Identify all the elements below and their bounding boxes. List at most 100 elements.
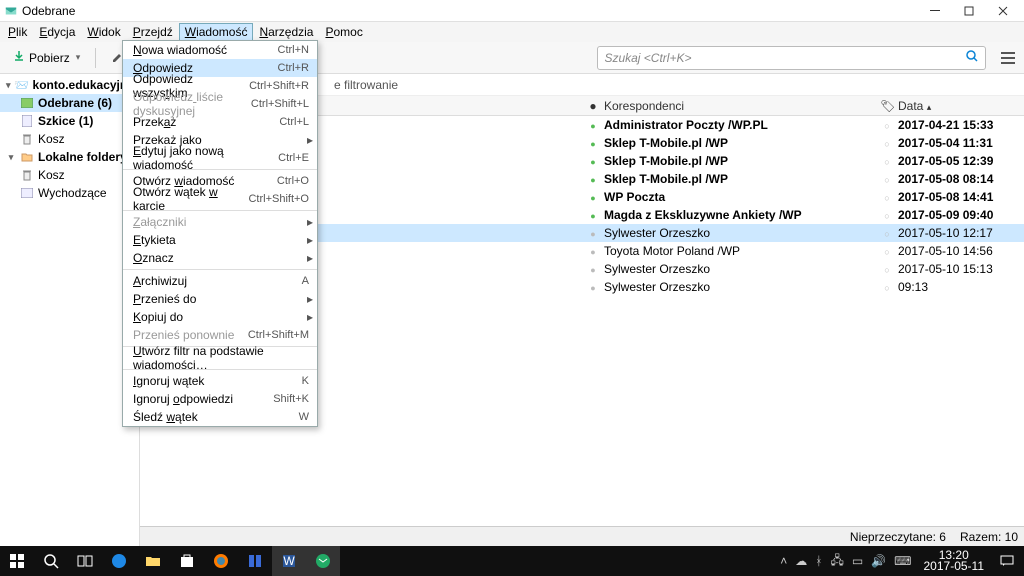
inbox-node[interactable]: Odebrane (6) <box>0 94 139 112</box>
battery-icon[interactable]: ▭ <box>852 554 863 568</box>
firefox-icon[interactable] <box>204 546 238 576</box>
menu-item[interactable]: Kopiuj do▸ <box>123 308 317 326</box>
menu-plik[interactable]: Plik <box>2 23 33 41</box>
total-commander-icon[interactable] <box>238 546 272 576</box>
start-button[interactable] <box>0 546 34 576</box>
tray-chevron-icon[interactable]: ˄ <box>780 554 787 568</box>
file-explorer-icon[interactable] <box>136 546 170 576</box>
menu-pomoc[interactable]: Pomoc <box>319 23 368 41</box>
windows-taskbar: W ˄ ☁ ᚼ 🖧 ▭ 🔊 ⌨ 13:20 2017-05-11 <box>0 546 1024 576</box>
attach-col[interactable]: 🏷 <box>880 99 894 113</box>
onedrive-icon[interactable]: ☁ <box>795 554 807 568</box>
thunderbird-taskbar-icon[interactable] <box>306 546 340 576</box>
message-correspondent: Sklep T-Mobile.pl /WP <box>600 154 880 168</box>
trash-node[interactable]: Kosz <box>0 130 139 148</box>
trash-icon <box>20 169 34 181</box>
message-date: 2017-05-08 14:41 <box>894 190 1024 204</box>
local-label: Lokalne foldery <box>38 150 127 164</box>
menu-item[interactable]: Śledź wątekW <box>123 408 317 426</box>
correspondents-col[interactable]: Korespondenci <box>600 99 880 113</box>
bluetooth-icon[interactable]: ᚼ <box>815 554 822 568</box>
mail-icon: 📨 <box>15 78 29 92</box>
expand-icon[interactable]: ▾ <box>6 152 16 163</box>
message-date: 2017-05-09 09:40 <box>894 208 1024 222</box>
drafts-icon <box>20 115 34 127</box>
message-correspondent: Sylwester Orzeszko <box>600 262 880 276</box>
app-menu-button[interactable] <box>996 46 1020 70</box>
window-titlebar: Odebrane <box>0 0 1024 22</box>
message-menu-dropdown: Nowa wiadomośćCtrl+NOdpowiedzCtrl+ROdpow… <box>122 40 318 427</box>
menu-wiadomość[interactable]: Wiadomość <box>179 23 254 41</box>
message-correspondent: Sylwester Orzeszko <box>600 226 880 240</box>
menu-item[interactable]: Ignoruj odpowiedziShift+K <box>123 390 317 408</box>
svg-text:W: W <box>283 554 295 568</box>
message-correspondent: Administrator Poczty /WP.PL <box>600 118 880 132</box>
outbox-node[interactable]: Wychodzące <box>0 184 139 202</box>
menu-item[interactable]: Nowa wiadomośćCtrl+N <box>123 41 317 59</box>
drafts-node[interactable]: Szkice (1) <box>0 112 139 130</box>
window-maximize[interactable] <box>952 0 986 22</box>
window-title: Odebrane <box>22 4 75 18</box>
date-col[interactable]: Data ▴ <box>894 99 1024 113</box>
clock-date: 2017-05-11 <box>924 561 985 572</box>
message-date: 2017-04-21 15:33 <box>894 118 1024 132</box>
outbox-label: Wychodzące <box>38 186 107 200</box>
message-correspondent: Toyota Motor Poland /WP <box>600 244 880 258</box>
action-center-icon[interactable] <box>990 546 1024 576</box>
unread-count: Nieprzeczytane: 6 <box>850 530 946 544</box>
separator <box>95 48 96 68</box>
status-bar: Nieprzeczytane: 6 Razem: 10 <box>140 526 1024 546</box>
local-trash-label: Kosz <box>38 168 65 182</box>
account-node[interactable]: ▾ 📨 konto.edukacyjne2@wp. <box>0 76 139 94</box>
window-minimize[interactable] <box>918 0 952 22</box>
local-trash-node[interactable]: Kosz <box>0 166 139 184</box>
message-date: 2017-05-10 14:56 <box>894 244 1024 258</box>
search-icon[interactable] <box>965 49 979 66</box>
window-close[interactable] <box>986 0 1020 22</box>
system-tray[interactable]: ˄ ☁ ᚼ 🖧 ▭ 🔊 ⌨ <box>774 551 917 572</box>
message-date: 2017-05-10 12:17 <box>894 226 1024 240</box>
volume-icon[interactable]: 🔊 <box>871 554 886 568</box>
menu-item[interactable]: PrzekażCtrl+L <box>123 113 317 131</box>
taskbar-clock[interactable]: 13:20 2017-05-11 <box>918 550 991 572</box>
menu-item[interactable]: Przenieś do▸ <box>123 290 317 308</box>
message-correspondent: Sklep T-Mobile.pl /WP <box>600 172 880 186</box>
menu-item[interactable]: Ignoruj wątekK <box>123 372 317 390</box>
menu-edycja[interactable]: Edycja <box>33 23 81 41</box>
store-icon[interactable] <box>170 546 204 576</box>
search-input[interactable] <box>604 51 965 65</box>
local-folders-node[interactable]: ▾ Lokalne foldery <box>0 148 139 166</box>
total-count: Razem: 10 <box>960 530 1018 544</box>
message-date: 2017-05-08 08:14 <box>894 172 1024 186</box>
menu-widok[interactable]: Widok <box>81 23 126 41</box>
expand-icon[interactable]: ▾ <box>6 80 11 91</box>
message-correspondent: Sklep T-Mobile.pl /WP <box>600 136 880 150</box>
read-col[interactable]: ● <box>586 99 600 113</box>
edge-icon[interactable] <box>102 546 136 576</box>
inbox-label: Odebrane (6) <box>38 96 112 110</box>
get-mail-button[interactable]: Pobierz ▾ <box>4 45 89 70</box>
filter-hint: e filtrowanie <box>334 78 398 92</box>
task-view-icon[interactable] <box>68 546 102 576</box>
menu-item[interactable]: ArchiwizujA <box>123 272 317 290</box>
menu-item[interactable]: Utwórz filtr na podstawie wiadomości… <box>123 349 317 367</box>
menu-narzędzia[interactable]: Narzędzia <box>253 23 319 41</box>
download-icon <box>13 50 25 65</box>
menu-item[interactable]: Edytuj jako nową wiadomośćCtrl+E <box>123 149 317 167</box>
menu-item: Załączniki▸ <box>123 213 317 231</box>
menu-przejdź[interactable]: Przejdź <box>127 23 179 41</box>
message-date: 2017-05-05 12:39 <box>894 154 1024 168</box>
outbox-icon <box>20 188 34 198</box>
network-icon[interactable]: 🖧 <box>830 551 843 572</box>
menu-item[interactable]: Otwórz wątek w karcieCtrl+Shift+O <box>123 190 317 208</box>
message-correspondent: Sylwester Orzeszko <box>600 280 880 294</box>
drafts-label: Szkice (1) <box>38 114 93 128</box>
search-icon[interactable] <box>34 546 68 576</box>
menu-item[interactable]: Oznacz▸ <box>123 249 317 267</box>
menu-bar: PlikEdycjaWidokPrzejdźWiadomośćNarzędzia… <box>0 22 1024 42</box>
word-icon[interactable]: W <box>272 546 306 576</box>
chevron-down-icon: ▾ <box>76 52 81 63</box>
search-box[interactable] <box>597 46 986 70</box>
keyboard-icon[interactable]: ⌨ <box>894 554 911 568</box>
menu-item[interactable]: Etykieta▸ <box>123 231 317 249</box>
